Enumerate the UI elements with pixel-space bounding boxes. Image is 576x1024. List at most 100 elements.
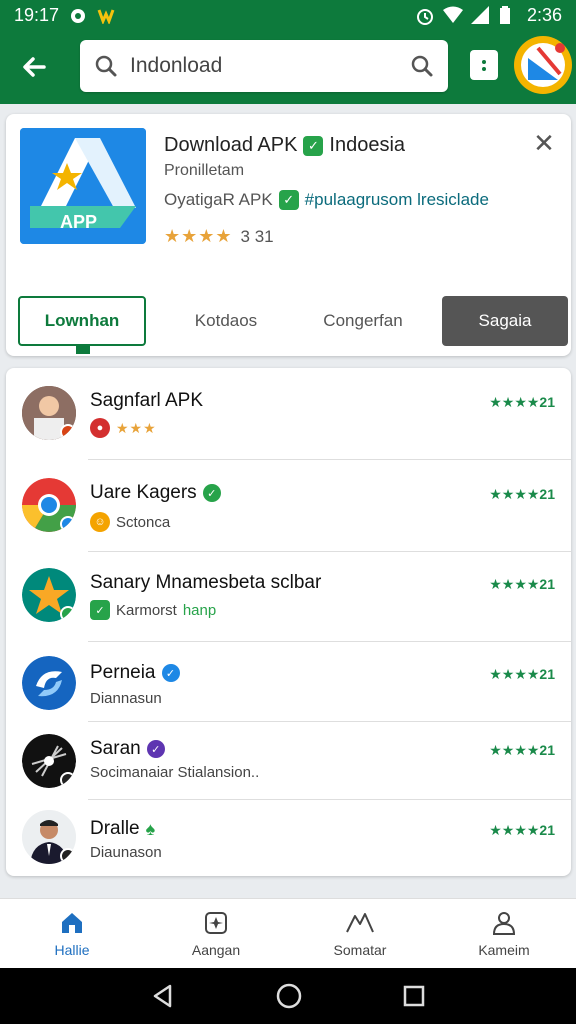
nav-somatar[interactable]: Somatar xyxy=(288,899,432,968)
app-rating: ★★★★ 3 31 xyxy=(164,226,274,247)
list-item-sub: ● ★★★ xyxy=(90,418,157,438)
verified-icon: ✓ xyxy=(146,740,165,758)
app-list: Sagnfarl APK ● ★★★ ★★★★21 Uare Kagers ✓ … xyxy=(6,368,571,876)
w-app-icon xyxy=(97,6,115,26)
app-subtitle: Pronilletam xyxy=(164,162,245,179)
system-back-icon[interactable] xyxy=(150,983,176,1009)
battery-icon xyxy=(499,6,517,24)
home-icon xyxy=(62,912,82,933)
tab-2[interactable]: Congerfan xyxy=(298,296,428,346)
list-item-sub: Diannasun xyxy=(90,690,162,707)
status-time-right: 2:36 xyxy=(526,4,562,25)
tab-3[interactable]: Sagaia xyxy=(442,296,568,346)
arrow-left-icon xyxy=(23,57,46,77)
app-title-text: Download APK xyxy=(164,134,298,156)
list-item-sub-text: Karmorst xyxy=(116,601,177,619)
close-icon[interactable]: ✕ xyxy=(531,130,557,156)
verified-icon: ✓ xyxy=(202,484,221,502)
nav-home-label: Hallie xyxy=(54,941,90,958)
nav-home[interactable]: Hallie xyxy=(0,899,144,968)
list-item-sub: ✓ Karmorst hanp xyxy=(90,600,216,620)
app-mini-icon: ✓ xyxy=(90,600,110,620)
nav-kameim[interactable]: Kameim xyxy=(432,899,576,968)
nav-aangan[interactable]: Aangan xyxy=(144,899,288,968)
wifi-icon xyxy=(442,6,463,24)
more-options-button[interactable] xyxy=(470,50,498,80)
alarm-icon xyxy=(415,6,433,25)
bottom-navigation: Hallie Aangan Somatar Kameim xyxy=(0,898,576,968)
list-item-name: Perneia xyxy=(90,662,156,683)
list-item-name: Uare Kagers xyxy=(90,482,197,503)
list-item-rating: ★★★★21 xyxy=(489,576,555,592)
list-item[interactable]: Dralle ♠ Diaunason ★★★★21 xyxy=(6,800,571,876)
mini-badge-icon xyxy=(60,772,76,788)
search-icon xyxy=(95,55,117,77)
app-mini-icon: ● xyxy=(90,418,110,438)
person-icon xyxy=(492,911,516,935)
tab-0[interactable]: Lownhan xyxy=(18,296,146,354)
avatar xyxy=(22,386,76,440)
back-button[interactable] xyxy=(4,37,64,97)
system-navigation-bar xyxy=(0,968,576,1024)
list-item-name: Dralle xyxy=(90,818,140,839)
list-item-rating: ★★★★21 xyxy=(489,486,555,502)
search-bar[interactable]: Indonload xyxy=(80,40,448,92)
list-item[interactable]: Uare Kagers ✓ ☺ Sctonca ★★★★21 xyxy=(6,460,571,552)
rating-stars: ★★★★ xyxy=(164,226,233,246)
nav-kameim-label: Kameim xyxy=(478,941,530,958)
search-submit-icon[interactable] xyxy=(410,54,434,78)
app-icon-label: APP xyxy=(60,212,98,232)
list-item-rating: ★★★★21 xyxy=(489,666,555,682)
list-item-name-wrap: Dralle ♠ xyxy=(90,818,155,840)
tab-1[interactable]: Kotdaos xyxy=(166,296,286,346)
avatar xyxy=(22,656,76,710)
list-item-sub-text: Sctonca xyxy=(116,513,171,531)
account-avatar[interactable] xyxy=(514,36,572,94)
verified-badge-icon: ✓ xyxy=(303,135,324,156)
nav-aangan-label: Aangan xyxy=(191,941,241,958)
list-item-sub: ☺ Sctonca xyxy=(90,512,170,532)
list-item[interactable]: Sagnfarl APK ● ★★★ ★★★★21 xyxy=(6,368,571,460)
avatar xyxy=(22,478,76,532)
app-developer-line: OyatigaR APK ✓ #pulaagrusom lresiclade xyxy=(164,190,489,210)
rating-value: 3 31 xyxy=(240,226,274,246)
mini-badge-icon xyxy=(60,516,76,532)
status-bar: 19:17 2:36 xyxy=(0,0,576,30)
sparkle-icon xyxy=(205,911,227,934)
mountain-icon xyxy=(346,912,374,932)
list-item-name: Sagnfarl APK xyxy=(90,390,204,411)
app-tag[interactable]: #pulaagrusom lresiclade xyxy=(305,190,489,210)
notification-icon xyxy=(69,6,87,24)
smile-icon: ☺ xyxy=(90,512,110,532)
app-toolbar: Indonload xyxy=(0,30,576,104)
account-logo-icon xyxy=(521,43,565,87)
status-time-left: 19:17 xyxy=(14,4,60,25)
app-title: Download APK ✓ Indoesia xyxy=(164,134,405,157)
list-item[interactable]: Saran ✓ Socimanaiar Stialansion.. ★★★★21 xyxy=(6,722,571,800)
developer-badge-icon: ✓ xyxy=(278,190,299,210)
app-icon[interactable]: APP xyxy=(20,128,146,244)
list-item-rating: ★★★★21 xyxy=(489,822,555,838)
system-recents-icon[interactable] xyxy=(402,984,426,1008)
signal-icon xyxy=(470,6,489,24)
app-title-suffix: Indoesia xyxy=(329,134,406,156)
list-item-sub-highlight: hanp xyxy=(182,601,217,619)
leaf-icon: ♠ xyxy=(145,818,156,839)
list-item[interactable]: Perneia ✓ Diannasun ★★★★21 xyxy=(6,642,571,722)
mini-badge-icon xyxy=(60,424,76,440)
list-item-name: Sanary Mnamesbeta sclbar xyxy=(90,572,322,593)
mini-badge-icon xyxy=(60,606,76,622)
avatar xyxy=(22,568,76,622)
list-item[interactable]: Sanary Mnamesbeta sclbar ✓ Karmorst hanp… xyxy=(6,552,571,642)
nav-somatar-label: Somatar xyxy=(333,941,387,958)
app-developer[interactable]: OyatigaR APK xyxy=(164,190,273,210)
app-tabs: Lownhan Kotdaos Congerfan Sagaia xyxy=(18,296,568,354)
list-item-sub: Diaunason xyxy=(90,844,162,861)
avatar xyxy=(22,810,76,864)
search-input[interactable]: Indonload xyxy=(130,54,410,78)
list-item-name-wrap: Uare Kagers ✓ xyxy=(90,482,221,504)
verified-icon: ✓ xyxy=(161,664,180,682)
list-item-name-wrap: Perneia ✓ xyxy=(90,662,180,684)
system-home-icon[interactable] xyxy=(275,982,303,1010)
list-item-name: Saran xyxy=(90,738,141,759)
